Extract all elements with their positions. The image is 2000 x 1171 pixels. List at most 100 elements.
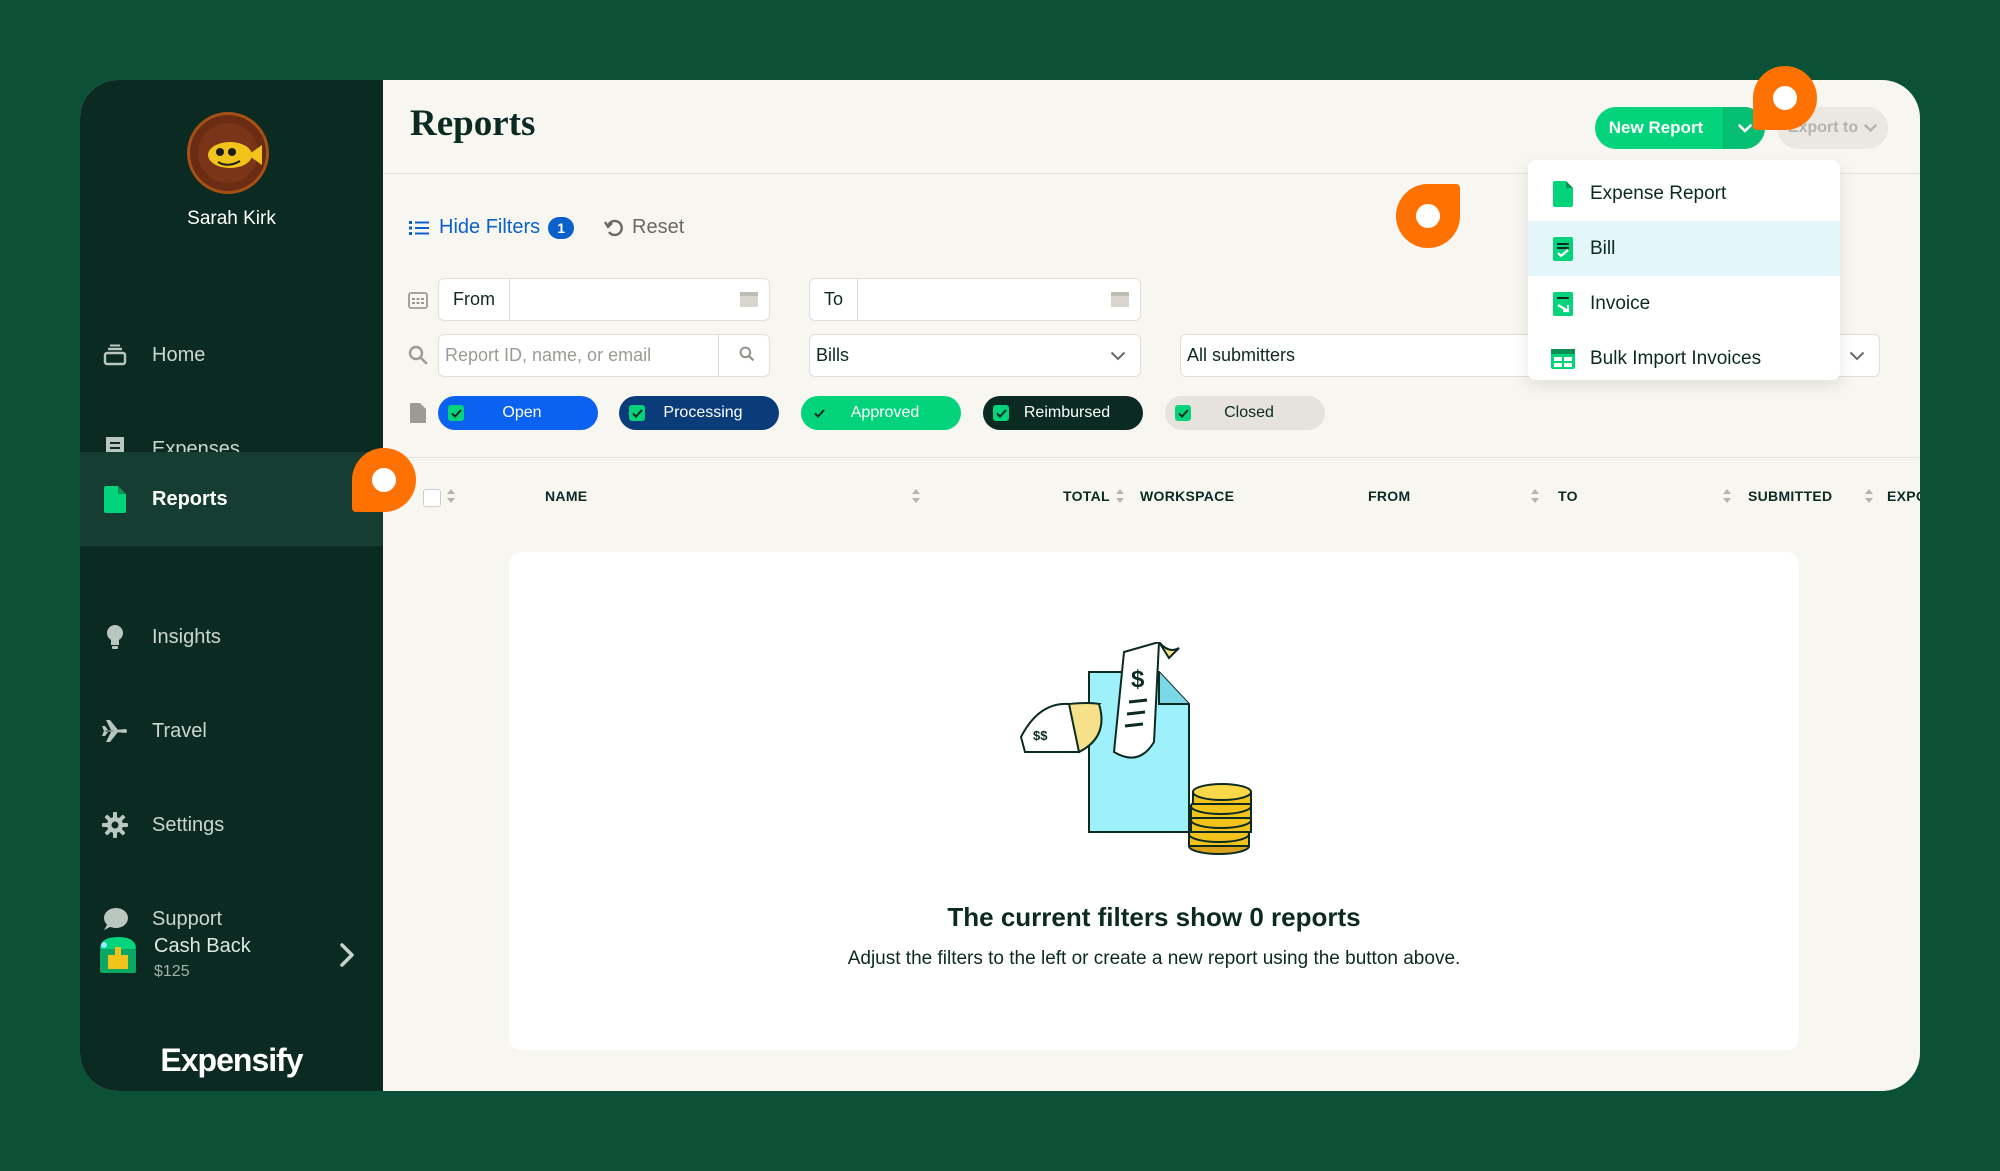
sidebar-item-travel[interactable]: Travel bbox=[80, 684, 383, 778]
sidebar-item-label: Settings bbox=[152, 813, 225, 836]
menu-item-label: Bulk Import Invoices bbox=[1590, 347, 1762, 369]
checkbox-checked-icon[interactable] bbox=[448, 405, 464, 421]
sort-icon[interactable] bbox=[1722, 487, 1732, 505]
menu-item-bulk-import-invoices[interactable]: Bulk Import Invoices bbox=[1528, 331, 1840, 386]
receipts-illustration: $$ $ bbox=[1019, 642, 1252, 855]
sort-icon[interactable] bbox=[1115, 487, 1125, 505]
date-from-field[interactable]: From bbox=[438, 278, 770, 321]
document-icon bbox=[1550, 180, 1576, 207]
lightbulb-icon bbox=[102, 624, 128, 650]
search-input[interactable] bbox=[445, 335, 705, 376]
column-header-submitted[interactable]: SUBMITTED bbox=[1748, 488, 1832, 504]
status-open-toggle[interactable]: Open bbox=[438, 396, 598, 430]
hotspot-dot bbox=[1773, 86, 1797, 110]
filter-count-badge: 1 bbox=[548, 216, 575, 239]
sidebar-item-home[interactable]: Home bbox=[80, 308, 383, 402]
submitters-value: All submitters bbox=[1187, 345, 1296, 365]
hotspot-marker[interactable] bbox=[1753, 66, 1817, 130]
search-icon[interactable] bbox=[739, 346, 755, 367]
avatar[interactable] bbox=[187, 112, 269, 194]
column-header-name[interactable]: NAME bbox=[545, 488, 587, 504]
status-closed-toggle[interactable]: Closed bbox=[1165, 396, 1325, 430]
hotspot-dot bbox=[1416, 204, 1440, 228]
sort-icon[interactable] bbox=[1530, 487, 1540, 505]
menu-item-label: Invoice bbox=[1590, 292, 1651, 314]
checkbox-checked-icon[interactable] bbox=[1175, 405, 1191, 421]
sort-icon[interactable] bbox=[911, 487, 921, 505]
hide-filters-label: Hide Filters bbox=[439, 216, 541, 238]
plane-icon bbox=[102, 718, 128, 744]
calendar-icon[interactable] bbox=[739, 290, 759, 313]
status-reimbursed-toggle[interactable]: Reimbursed bbox=[983, 396, 1143, 430]
column-header-exported[interactable]: EXPORTED bbox=[1887, 488, 1920, 504]
new-report-button[interactable]: New Report bbox=[1595, 107, 1765, 149]
checkbox-checked-icon[interactable] bbox=[629, 405, 645, 421]
sidebar-item-reports[interactable]: Reports bbox=[80, 452, 383, 546]
filter-list-icon bbox=[409, 220, 429, 235]
chevron-right-icon bbox=[340, 943, 354, 972]
status-approved-toggle[interactable]: Approved bbox=[801, 396, 961, 430]
sort-icon[interactable] bbox=[1864, 487, 1874, 505]
calendar-icon bbox=[407, 289, 429, 311]
status-label: Reimbursed bbox=[1023, 404, 1111, 421]
chevron-down-icon bbox=[1864, 124, 1877, 132]
search-icon bbox=[407, 344, 429, 366]
status-label: Approved bbox=[850, 404, 920, 421]
table-grid-icon bbox=[1550, 346, 1576, 372]
checkbox-checked-icon[interactable] bbox=[993, 405, 1009, 421]
date-to-field[interactable]: To bbox=[809, 278, 1141, 321]
status-label: Open bbox=[502, 404, 542, 421]
chevron-down-icon bbox=[1110, 348, 1126, 366]
sidebar: Sarah Kirk Home Expenses Reports Insight… bbox=[80, 80, 383, 1091]
sidebar-item-label: Reports bbox=[152, 487, 228, 510]
sidebar-item-label: Home bbox=[152, 343, 206, 366]
sidebar-item-settings[interactable]: Settings bbox=[80, 778, 383, 872]
menu-item-bill[interactable]: Bill bbox=[1528, 221, 1840, 276]
treasure-chest-icon bbox=[94, 931, 144, 981]
report-type-select[interactable]: Bills bbox=[809, 334, 1141, 377]
menu-item-label: Expense Report bbox=[1590, 182, 1727, 204]
empty-state-card: $$ $ The current filters show 0 reports … bbox=[509, 552, 1799, 1050]
menu-item-expense-report[interactable]: Expense Report bbox=[1528, 166, 1840, 221]
document-icon bbox=[102, 485, 128, 513]
cashback-item[interactable]: Cash Back $125 bbox=[80, 925, 383, 995]
search-field[interactable] bbox=[438, 334, 770, 377]
invoice-icon bbox=[1550, 291, 1576, 317]
cashback-title: Cash Back bbox=[154, 935, 251, 957]
status-label: Processing bbox=[663, 404, 743, 421]
cashback-amount: $125 bbox=[154, 963, 190, 980]
table-divider bbox=[383, 457, 1920, 458]
reset-label: Reset bbox=[632, 216, 685, 238]
app-window: Sarah Kirk Home Expenses Reports Insight… bbox=[80, 80, 1920, 1091]
column-header-workspace[interactable]: WORKSPACE bbox=[1140, 488, 1234, 504]
user-name: Sarah Kirk bbox=[187, 208, 276, 229]
main-content: Reports New Report Export to Hide Filter… bbox=[383, 80, 1920, 1091]
empty-state-title: The current filters show 0 reports bbox=[947, 902, 1361, 932]
new-report-label: New Report bbox=[1608, 118, 1704, 137]
hotspot-marker[interactable] bbox=[352, 448, 416, 512]
document-icon bbox=[407, 402, 429, 424]
svg-text:$$: $$ bbox=[1033, 728, 1048, 743]
brand-logo: Expensify bbox=[160, 1042, 303, 1078]
hotspot-marker[interactable] bbox=[1396, 184, 1460, 248]
sidebar-item-label: Insights bbox=[152, 625, 221, 648]
menu-item-invoice[interactable]: Invoice bbox=[1528, 276, 1840, 331]
column-header-from[interactable]: FROM bbox=[1368, 488, 1410, 504]
checkbox-checked-icon[interactable] bbox=[811, 405, 827, 421]
to-label: To bbox=[810, 279, 859, 320]
svg-text:$: $ bbox=[1131, 666, 1145, 693]
sort-icon[interactable] bbox=[446, 487, 456, 505]
hide-filters-button[interactable]: Hide Filters 1 bbox=[409, 216, 575, 239]
calendar-icon[interactable] bbox=[1110, 290, 1130, 313]
hotspot-dot bbox=[372, 468, 396, 492]
reset-button[interactable]: Reset bbox=[604, 216, 684, 239]
from-label: From bbox=[439, 279, 510, 320]
column-header-to[interactable]: TO bbox=[1558, 488, 1578, 504]
page-title: Reports bbox=[410, 103, 536, 144]
chevron-down-icon bbox=[1849, 348, 1865, 366]
column-header-total[interactable]: TOTAL bbox=[1063, 488, 1110, 504]
select-all-checkbox[interactable] bbox=[423, 489, 441, 507]
sidebar-item-insights[interactable]: Insights bbox=[80, 590, 383, 684]
status-processing-toggle[interactable]: Processing bbox=[619, 396, 779, 430]
status-label: Closed bbox=[1224, 404, 1274, 421]
